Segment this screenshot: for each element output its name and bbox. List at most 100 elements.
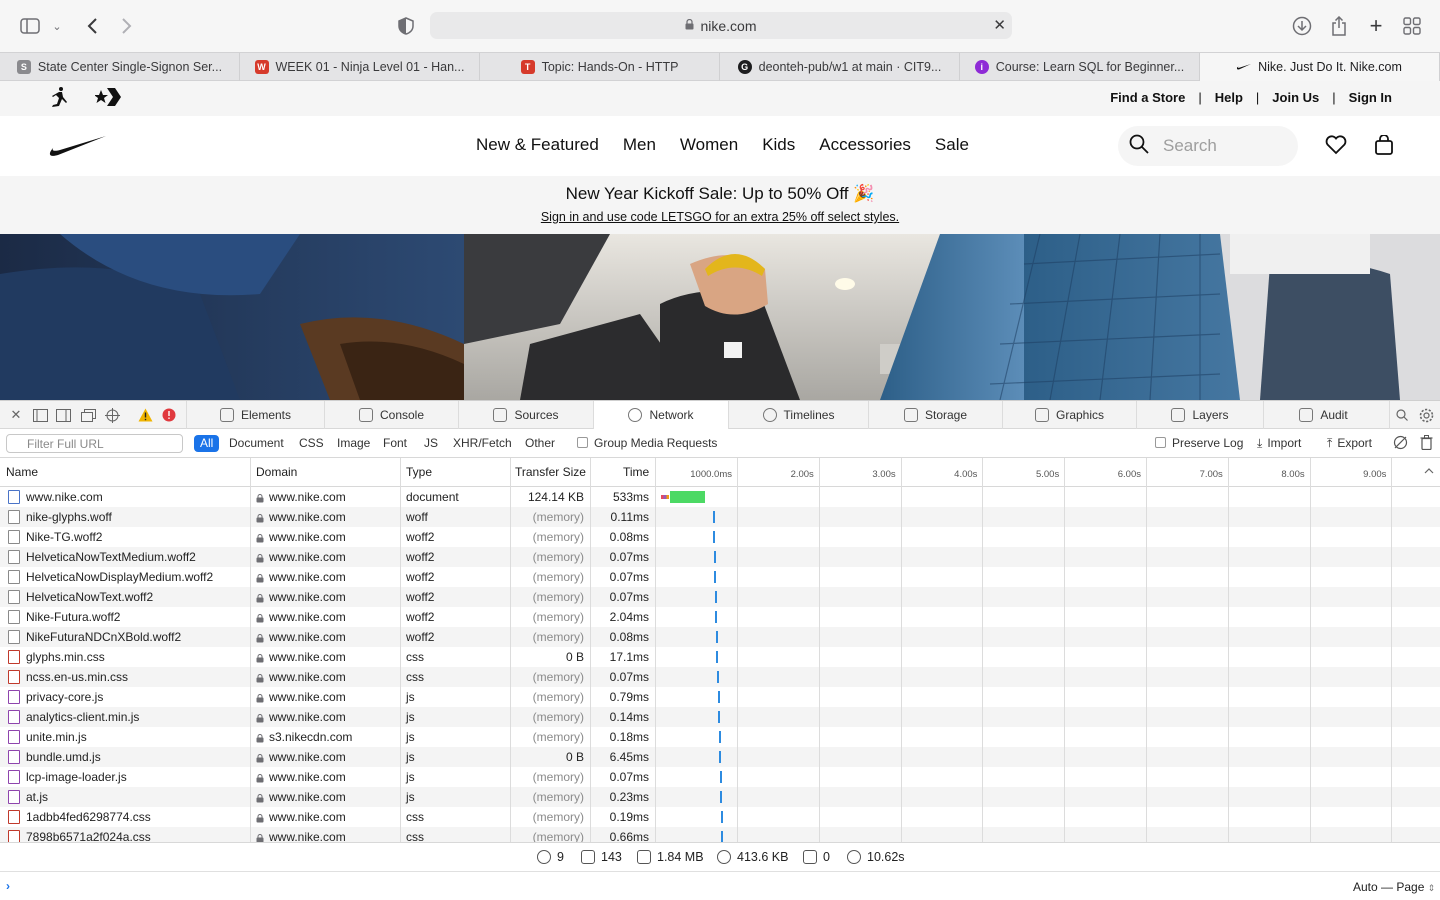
browser-tab[interactable]: W WEEK 01 - Ninja Level 01 - Han... <box>240 53 480 81</box>
filter-url-input[interactable] <box>6 434 183 453</box>
browser-tab-active[interactable]: Nike. Just Do It. Nike.com <box>1200 53 1440 81</box>
new-tab-icon[interactable]: + <box>1362 12 1390 40</box>
tab-overview-icon[interactable] <box>1398 12 1426 40</box>
console-prompt-chevron-icon[interactable]: › <box>6 879 10 893</box>
table-row[interactable]: bundle.umd.js www.nike.com js 0 B 6.45ms <box>0 747 1440 767</box>
column-name[interactable]: Name <box>6 465 38 479</box>
column-type[interactable]: Type <box>406 465 432 479</box>
filter-js[interactable]: JS <box>418 435 444 452</box>
gear-icon[interactable] <box>1418 407 1434 423</box>
dock-bottom-icon[interactable] <box>32 407 48 423</box>
filter-image[interactable]: Image <box>331 435 376 452</box>
group-media-checkbox[interactable]: Group Media Requests <box>577 436 717 450</box>
undock-icon[interactable] <box>80 407 96 423</box>
tab-network[interactable]: Network <box>593 401 728 429</box>
column-transfer-size[interactable]: Transfer Size <box>515 465 586 479</box>
table-row[interactable]: www.nike.com www.nike.com document 124.14 K… <box>0 487 1440 507</box>
filter-font[interactable]: Font <box>377 435 413 452</box>
disable-cache-icon[interactable] <box>1393 435 1408 453</box>
join-us-link[interactable]: Join Us <box>1272 90 1319 105</box>
nav-new-featured[interactable]: New & Featured <box>476 135 599 155</box>
table-row[interactable]: HelveticaNowDisplayMedium.woff2 www.nike.… <box>0 567 1440 587</box>
favorites-heart-icon[interactable] <box>1325 135 1347 160</box>
column-divider[interactable] <box>590 458 591 842</box>
tab-console[interactable]: Console <box>324 401 458 429</box>
converse-logo-icon[interactable] <box>94 86 121 114</box>
filter-css[interactable]: CSS <box>293 435 330 452</box>
sidebar-toggle-icon[interactable] <box>16 12 44 40</box>
nav-sale[interactable]: Sale <box>935 135 969 155</box>
table-row[interactable]: 1adbb4fed6298774.css www.nike.com css (memo… <box>0 807 1440 827</box>
search-icon[interactable] <box>1129 134 1149 159</box>
column-divider[interactable] <box>655 458 656 842</box>
chevron-down-icon[interactable]: ⌄ <box>46 12 68 40</box>
checkbox[interactable] <box>1155 437 1166 448</box>
execution-context-select[interactable]: Auto — Page ⇕ <box>1353 880 1435 894</box>
nav-women[interactable]: Women <box>680 135 738 155</box>
import-button[interactable]: ⤓ Import <box>1257 436 1301 451</box>
search-box[interactable] <box>1118 126 1298 166</box>
column-domain[interactable]: Domain <box>256 465 297 479</box>
table-row[interactable]: at.js www.nike.com js (memory) 0.23ms <box>0 787 1440 807</box>
filter-all[interactable]: All <box>194 435 220 452</box>
table-row[interactable]: HelveticaNowTextMedium.woff2 www.nike.com… <box>0 547 1440 567</box>
table-row[interactable]: ncss.en-us.min.css www.nike.com css (memory… <box>0 667 1440 687</box>
jordan-logo-icon[interactable] <box>50 86 70 114</box>
column-divider[interactable] <box>250 458 251 842</box>
forward-icon[interactable] <box>113 12 141 40</box>
address-bar[interactable]: nike.com ✕ <box>430 12 1012 39</box>
checkbox[interactable] <box>577 437 588 448</box>
table-row[interactable]: Nike-Futura.woff2 www.nike.com woff2 (memor… <box>0 607 1440 627</box>
export-button[interactable]: ⤒ Export <box>1327 436 1372 451</box>
filter-other[interactable]: Other <box>519 435 561 452</box>
browser-tab[interactable]: Gdeonteh-pub/w1 at main · CIT9... <box>720 53 960 81</box>
table-row[interactable]: Nike-TG.woff2 www.nike.com woff2 (memory) 0.… <box>0 527 1440 547</box>
table-row[interactable]: HelveticaNowText.woff2 www.nike.com woff2 (… <box>0 587 1440 607</box>
search-icon[interactable] <box>1389 401 1413 429</box>
tab-storage[interactable]: Storage <box>868 401 1002 429</box>
error-icon[interactable] <box>161 407 177 423</box>
back-icon[interactable] <box>78 12 106 40</box>
nav-accessories[interactable]: Accessories <box>819 135 911 155</box>
browser-tab[interactable]: T Topic: Hands-On - HTTP <box>480 53 720 81</box>
tab-audit[interactable]: Audit <box>1263 401 1383 429</box>
browser-tab[interactable]: S State Center Single-Signon Ser... <box>0 53 240 81</box>
table-row[interactable]: unite.min.js s3.nikecdn.com js (memory) 0.18… <box>0 727 1440 747</box>
tab-elements[interactable]: Elements <box>186 401 324 429</box>
filter-document[interactable]: Document <box>223 435 290 452</box>
promo-link[interactable]: Sign in and use code LETSGO for an extra… <box>0 210 1440 224</box>
column-divider[interactable] <box>400 458 401 842</box>
share-icon[interactable] <box>1325 12 1353 40</box>
downloads-icon[interactable] <box>1288 12 1316 40</box>
table-row[interactable]: glyphs.min.css www.nike.com css 0 B 17.1ms <box>0 647 1440 667</box>
preserve-log-checkbox[interactable]: Preserve Log <box>1155 436 1243 450</box>
bag-icon[interactable] <box>1374 134 1394 161</box>
table-row[interactable]: privacy-core.js www.nike.com js (memory) 0.7… <box>0 687 1440 707</box>
warning-icon[interactable] <box>137 407 153 423</box>
table-row[interactable]: nike-glyphs.woff www.nike.com woff (memory)… <box>0 507 1440 527</box>
help-link[interactable]: Help <box>1215 90 1243 105</box>
sign-in-link[interactable]: Sign In <box>1349 90 1392 105</box>
browser-tab[interactable]: i Course: Learn SQL for Beginner... <box>960 53 1200 81</box>
table-row[interactable]: NikeFuturaNDCnXBold.woff2 www.nike.com wof… <box>0 627 1440 647</box>
nav-kids[interactable]: Kids <box>762 135 795 155</box>
tab-timelines[interactable]: Timelines <box>728 401 868 429</box>
find-a-store-link[interactable]: Find a Store <box>1110 90 1185 105</box>
table-row[interactable]: 7898b6571a2f024a.css www.nike.com css (memo… <box>0 827 1440 842</box>
nav-men[interactable]: Men <box>623 135 656 155</box>
inspect-crosshair-icon[interactable] <box>104 407 120 423</box>
table-row[interactable]: analytics-client.min.js www.nike.com js (me… <box>0 707 1440 727</box>
tab-sources[interactable]: Sources <box>458 401 593 429</box>
search-input[interactable] <box>1163 136 1283 156</box>
nike-logo-icon[interactable] <box>46 133 106 162</box>
tab-layers[interactable]: Layers <box>1136 401 1263 429</box>
filter-xhr-fetch[interactable]: XHR/Fetch <box>447 435 518 452</box>
trash-icon[interactable] <box>1420 435 1433 453</box>
dock-side-icon[interactable] <box>55 407 71 423</box>
sort-chevron-icon[interactable] <box>1424 463 1434 477</box>
column-divider[interactable] <box>510 458 511 842</box>
tab-graphics[interactable]: Graphics <box>1002 401 1136 429</box>
column-time[interactable]: Time <box>623 465 649 479</box>
hero-image[interactable] <box>0 234 1440 400</box>
close-icon[interactable]: ✕ <box>993 16 1006 34</box>
